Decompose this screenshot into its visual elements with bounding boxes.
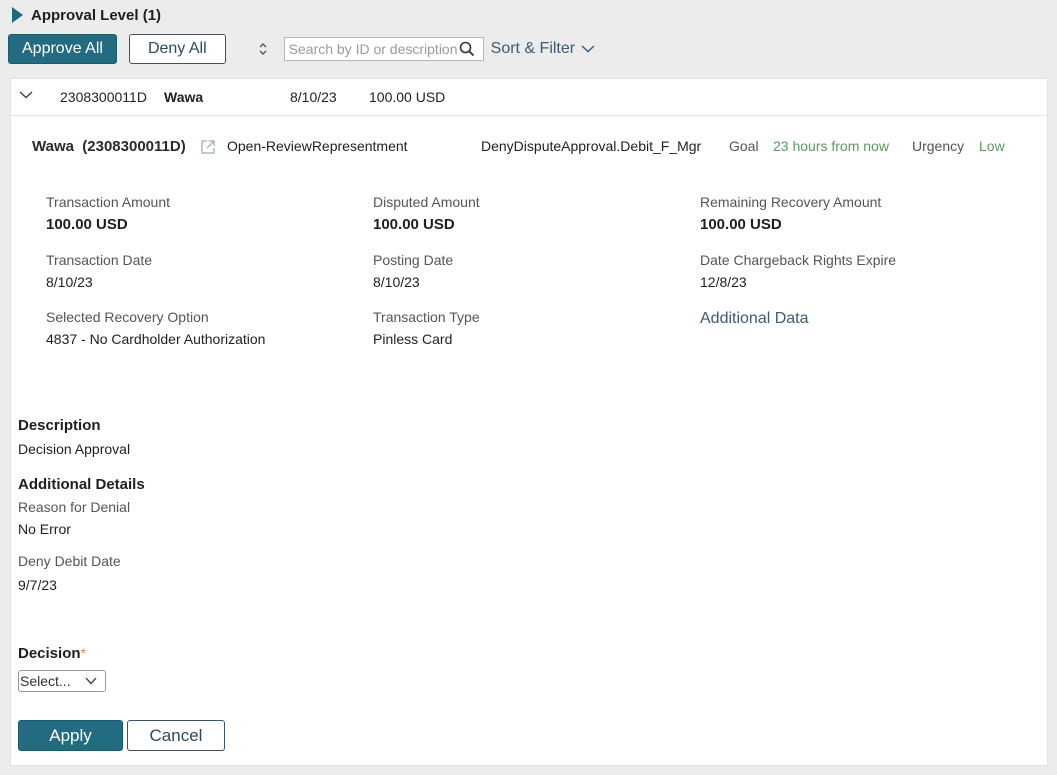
remaining-recovery-field: Remaining Recovery Amount 100.00 USD [700,194,881,233]
reason-value: No Error [18,521,71,537]
case-id: 2308300011D [60,89,147,105]
chargeback-expire-field: Date Chargeback Rights Expire 12/8/23 [700,252,896,290]
transaction-type-field: Transaction Type Pinless Card [373,309,480,347]
additional-details-heading: Additional Details [18,476,145,493]
open-external-icon[interactable] [200,139,216,158]
decision-label-wrap: Decision* [18,645,86,662]
deny-date-label: Deny Debit Date [18,553,121,569]
deny-date-value: 9/7/23 [18,577,57,593]
decision-select[interactable]: Select... [18,670,106,692]
collapse-chevron-icon[interactable] [19,90,33,100]
approval-level-header[interactable]: Approval Level (1) [12,5,161,25]
search-box [283,36,484,61]
field-label: Remaining Recovery Amount [700,194,882,210]
case-card: 2308300011D Wawa 8/10/23 100.00 USD Wawa… [10,78,1048,766]
field-value: 12/8/23 [700,274,747,290]
recovery-option-field: Selected Recovery Option 4837 - No Cardh… [46,309,265,347]
field-label: Date Chargeback Rights Expire [700,252,897,268]
additional-data-link[interactable]: Additional Data [700,310,809,328]
posting-date-field: Posting Date 8/10/23 [373,252,453,290]
required-marker: * [80,645,86,661]
field-label: Transaction Amount [46,194,170,210]
additional-details-section: Additional Details Reason for Denial No … [18,476,145,593]
sort-filter-label: Sort & Filter [490,39,576,57]
chevron-down-icon [85,677,97,685]
field-label: Selected Recovery Option [46,309,209,325]
chevron-down-icon [581,44,595,53]
sort-order-icon[interactable] [256,39,270,59]
field-value: 100.00 USD [373,216,455,233]
description-heading: Description [18,417,101,434]
case-flow: DenyDisputeApproval.Debit_F_Mgr [481,138,702,154]
expand-triangle-icon[interactable] [12,7,23,23]
case-title: Wawa (2308300011D) [32,138,186,155]
urgency-label: Urgency [912,138,965,154]
goal-label: Goal [729,138,759,154]
search-icon[interactable] [457,39,477,59]
field-label: Disputed Amount [373,194,480,210]
section-title: Approval Level (1) [31,6,162,24]
reason-label: Reason for Denial [18,499,131,515]
sort-filter-button[interactable]: Sort & Filter [491,40,595,58]
field-value: 100.00 USD [46,216,128,233]
decision-selected-value: Select... [20,673,71,689]
case-row[interactable]: 2308300011D Wawa 8/10/23 100.00 USD [11,79,1047,116]
deny-all-button[interactable]: Deny All [128,33,226,64]
approve-all-button[interactable]: Approve All [8,33,117,64]
urgency-value: Low [979,138,1005,154]
field-value: 8/10/23 [46,274,93,290]
field-label: Transaction Type [373,309,480,325]
toolbar: Approve All Deny All Sort & Filter [8,33,595,64]
field-value: 100.00 USD [700,216,782,233]
case-date: 8/10/23 [290,89,337,105]
decision-label: Decision [18,645,81,662]
cancel-button[interactable]: Cancel [127,720,225,751]
transaction-date-field: Transaction Date 8/10/23 [46,252,152,290]
field-value: 4837 - No Cardholder Authorization [46,331,266,347]
apply-button[interactable]: Apply [18,720,123,751]
description-section: Description Decision Approval [18,417,130,457]
goal-value: 23 hours from now [773,138,889,154]
case-status: Open-ReviewRepresentment [227,138,408,154]
search-input[interactable] [284,37,457,60]
field-value: 8/10/23 [373,274,420,290]
case-name: Wawa [164,89,204,105]
disputed-amount-field: Disputed Amount 100.00 USD [373,194,480,233]
case-amount: 100.00 USD [369,89,446,105]
description-value: Decision Approval [18,441,131,457]
case-summary-line: Wawa (2308300011D) Open-ReviewRepresentm… [32,138,1037,158]
field-label: Transaction Date [46,252,153,268]
field-label: Posting Date [373,252,454,268]
transaction-amount-field: Transaction Amount 100.00 USD [46,194,170,233]
field-value: Pinless Card [373,331,453,347]
